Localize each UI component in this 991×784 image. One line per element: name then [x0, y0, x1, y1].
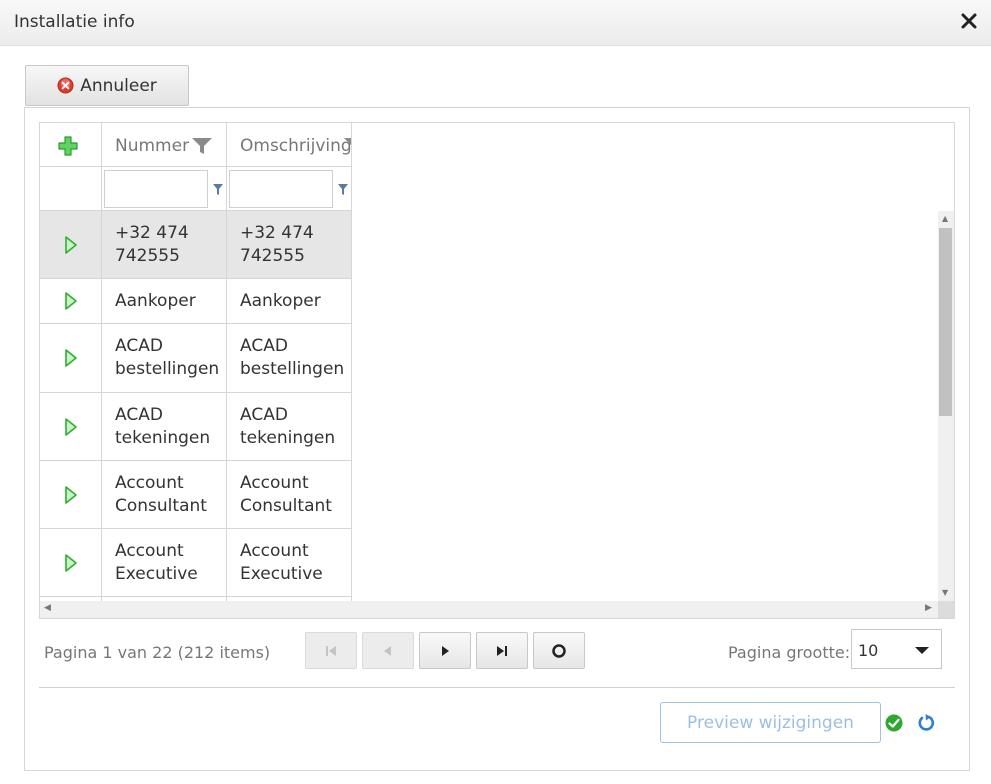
column-header-omschrijving[interactable]: Omschrijving [227, 123, 352, 167]
filter-input-nummer[interactable] [104, 170, 208, 208]
row-select-cell[interactable] [40, 324, 102, 393]
row-select-icon [64, 553, 77, 572]
table-row[interactable]: ACAD bestellingen ACAD bestellingen [40, 324, 352, 393]
preview-changes-button[interactable]: Preview wijzigingen [660, 702, 881, 743]
page-size-label: Pagina grootte: [728, 643, 851, 662]
filter-cell-omschrijving [227, 167, 352, 211]
cancel-button[interactable]: Annuleer [25, 65, 189, 106]
row-select-cell[interactable] [40, 461, 102, 529]
filter-icon[interactable] [191, 137, 213, 155]
previous-page-icon [384, 645, 391, 656]
cell-omschrijving: ACAD bestellingen [227, 324, 352, 393]
row-select-cell[interactable] [40, 211, 102, 279]
cell-omschrijving: Account Consultant [227, 461, 352, 529]
cell-nummer: Account Executive [102, 529, 227, 597]
filter-input-omschrijving[interactable] [229, 170, 333, 208]
scrollbar-thumb[interactable] [939, 228, 952, 416]
scroll-right-icon[interactable]: ▶ [925, 603, 932, 613]
vertical-scrollbar[interactable]: ▲ ▼ [938, 211, 954, 601]
scrollbar-corner [938, 601, 954, 618]
footer-divider [39, 687, 955, 688]
row-select-cell[interactable] [40, 393, 102, 461]
dialog-titlebar: Installatie info [0, 0, 991, 46]
grid-body: +32 474 742555 +32 474 742555 Aankoper Aan… [40, 211, 938, 601]
filter-icon[interactable] [343, 137, 352, 155]
cell-nummer: Account Consultant [102, 461, 227, 529]
refresh-icon [552, 643, 566, 658]
confirm-check-icon[interactable] [885, 714, 903, 732]
cancel-icon [57, 77, 74, 94]
last-page-icon [497, 645, 507, 656]
cell-omschrijving: Aankoper [227, 279, 352, 324]
row-select-cell[interactable] [40, 279, 102, 324]
filter-options-icon[interactable] [212, 183, 224, 197]
cancel-button-label: Annuleer [80, 75, 157, 96]
add-row-cell [40, 123, 102, 167]
next-page-button[interactable] [419, 632, 471, 669]
cell-omschrijving: Account Executive [227, 529, 352, 597]
table-row[interactable]: +32 474 742555 +32 474 742555 [40, 211, 352, 279]
column-header-label: Omschrijving [240, 136, 352, 156]
scroll-up-icon[interactable]: ▲ [942, 214, 948, 223]
row-select-icon [64, 235, 77, 254]
first-page-button[interactable] [305, 632, 357, 669]
row-select-icon [64, 485, 77, 504]
scroll-left-icon[interactable]: ◀ [44, 603, 51, 613]
column-header-nummer[interactable]: Nummer [102, 123, 227, 167]
dialog-title: Installatie info [14, 12, 135, 32]
refresh-page-button[interactable] [533, 632, 585, 669]
previous-page-button[interactable] [362, 632, 414, 669]
page-size-select[interactable]: 10 [851, 629, 942, 669]
cell-nummer: ACAD tekeningen [102, 393, 227, 461]
table-row[interactable]: Account Consultant Account Consultant [40, 461, 352, 529]
last-page-button[interactable] [476, 632, 528, 669]
row-select-icon [64, 292, 77, 310]
row-select-icon [64, 349, 77, 367]
row-select-icon [64, 417, 77, 436]
table-row[interactable]: Account Executive Account Executive [40, 529, 352, 597]
close-icon[interactable] [957, 9, 981, 33]
filter-row-empty [40, 167, 102, 211]
data-grid: Nummer Omschrijving +32 474 742555 +32 4… [39, 122, 955, 619]
add-icon[interactable] [57, 135, 79, 157]
cell-omschrijving: +32 474 742555 [227, 211, 352, 279]
column-header-label: Nummer [115, 136, 190, 156]
table-row[interactable]: Aankoper Aankoper [40, 279, 352, 324]
first-page-icon [326, 645, 336, 656]
filter-options-icon[interactable] [337, 183, 349, 197]
filter-cell-nummer [102, 167, 227, 211]
cell-nummer: ACAD bestellingen [102, 324, 227, 393]
pager-info: Pagina 1 van 22 (212 items) [44, 643, 271, 662]
cell-nummer: +32 474 742555 [102, 211, 227, 279]
preview-changes-label: Preview wijzigingen [687, 712, 854, 733]
horizontal-scrollbar[interactable]: ◀ ▶ [40, 601, 938, 618]
row-select-cell[interactable] [40, 529, 102, 597]
chevron-down-icon [915, 647, 929, 654]
cell-omschrijving: ACAD tekeningen [227, 393, 352, 461]
scroll-down-icon[interactable]: ▼ [942, 588, 948, 597]
table-row[interactable]: ACAD tekeningen ACAD tekeningen [40, 393, 352, 461]
undo-icon[interactable] [916, 712, 936, 732]
page-size-value: 10 [858, 641, 879, 660]
next-page-icon [442, 645, 449, 656]
cell-nummer: Aankoper [102, 279, 227, 324]
